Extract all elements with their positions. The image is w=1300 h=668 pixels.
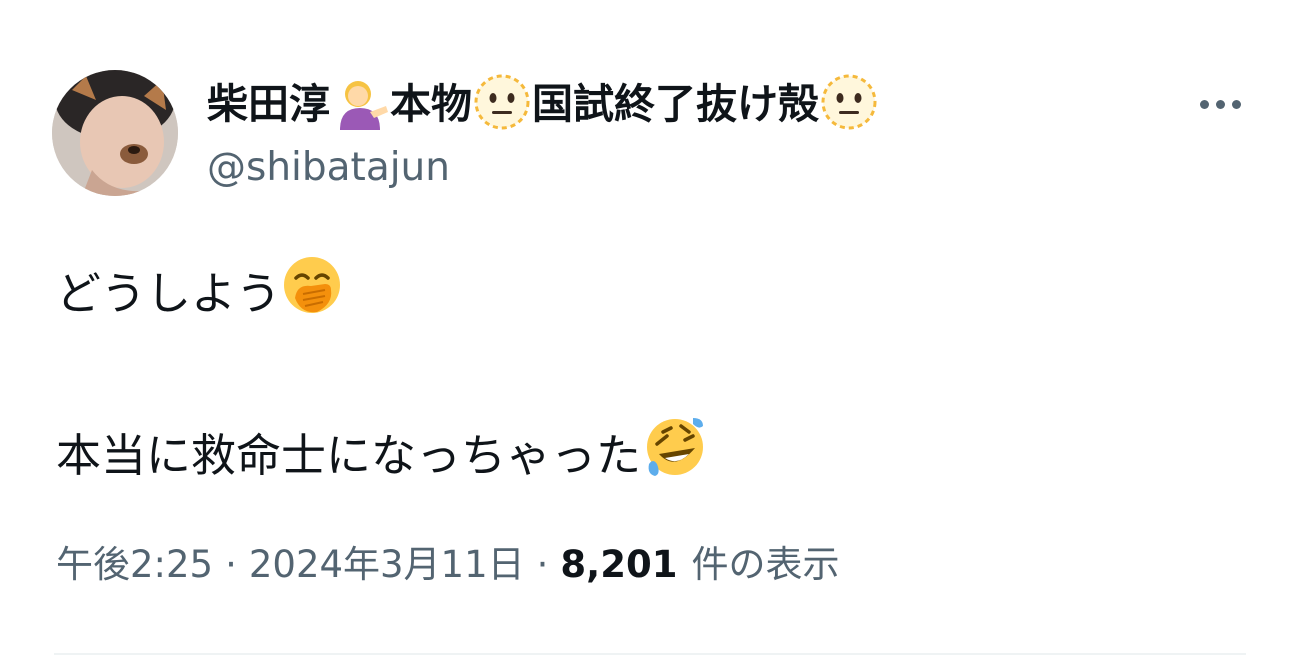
display-name-part: 本物 <box>390 80 472 128</box>
avatar[interactable] <box>52 70 178 196</box>
tweet-text: どうしよう <box>56 266 282 320</box>
views-count[interactable]: 8,201 <box>560 537 677 593</box>
person-tipping-hand-icon <box>330 72 390 136</box>
divider <box>54 653 1246 655</box>
dotted-line-face-icon <box>472 72 532 136</box>
display-name[interactable]: 柴田淳 本物 国試終了抜け殻 <box>207 74 879 134</box>
tweet-date[interactable]: 2024年3月11日 <box>249 537 525 593</box>
more-horizontal-icon <box>1231 99 1241 109</box>
user-handle[interactable]: @shibatajun <box>207 142 450 194</box>
meta-separator: · <box>225 543 237 586</box>
more-horizontal-icon <box>1215 99 1225 109</box>
display-name-part: 柴田淳 <box>207 80 330 128</box>
face-with-hand-over-mouth-icon <box>281 254 343 333</box>
dotted-line-face-icon <box>819 72 879 136</box>
tweet-text-line: 本当に救命士になっちゃった <box>56 414 707 497</box>
tweet-text-line: どうしよう <box>56 254 343 333</box>
tweet-meta: 午後2:25 · 2024年3月11日 · 8,201 件の表示 <box>56 537 839 593</box>
views-label: 件の表示 <box>691 543 840 586</box>
display-name-part: 国試終了抜け殻 <box>532 80 819 128</box>
tweet-time[interactable]: 午後2:25 <box>56 537 213 593</box>
meta-separator: · <box>536 543 549 586</box>
more-options-button[interactable] <box>1190 86 1250 122</box>
more-horizontal-icon <box>1199 99 1209 109</box>
tweet-text: 本当に救命士になっちゃった <box>56 428 642 482</box>
rolling-on-the-floor-laughing-icon <box>641 414 707 497</box>
